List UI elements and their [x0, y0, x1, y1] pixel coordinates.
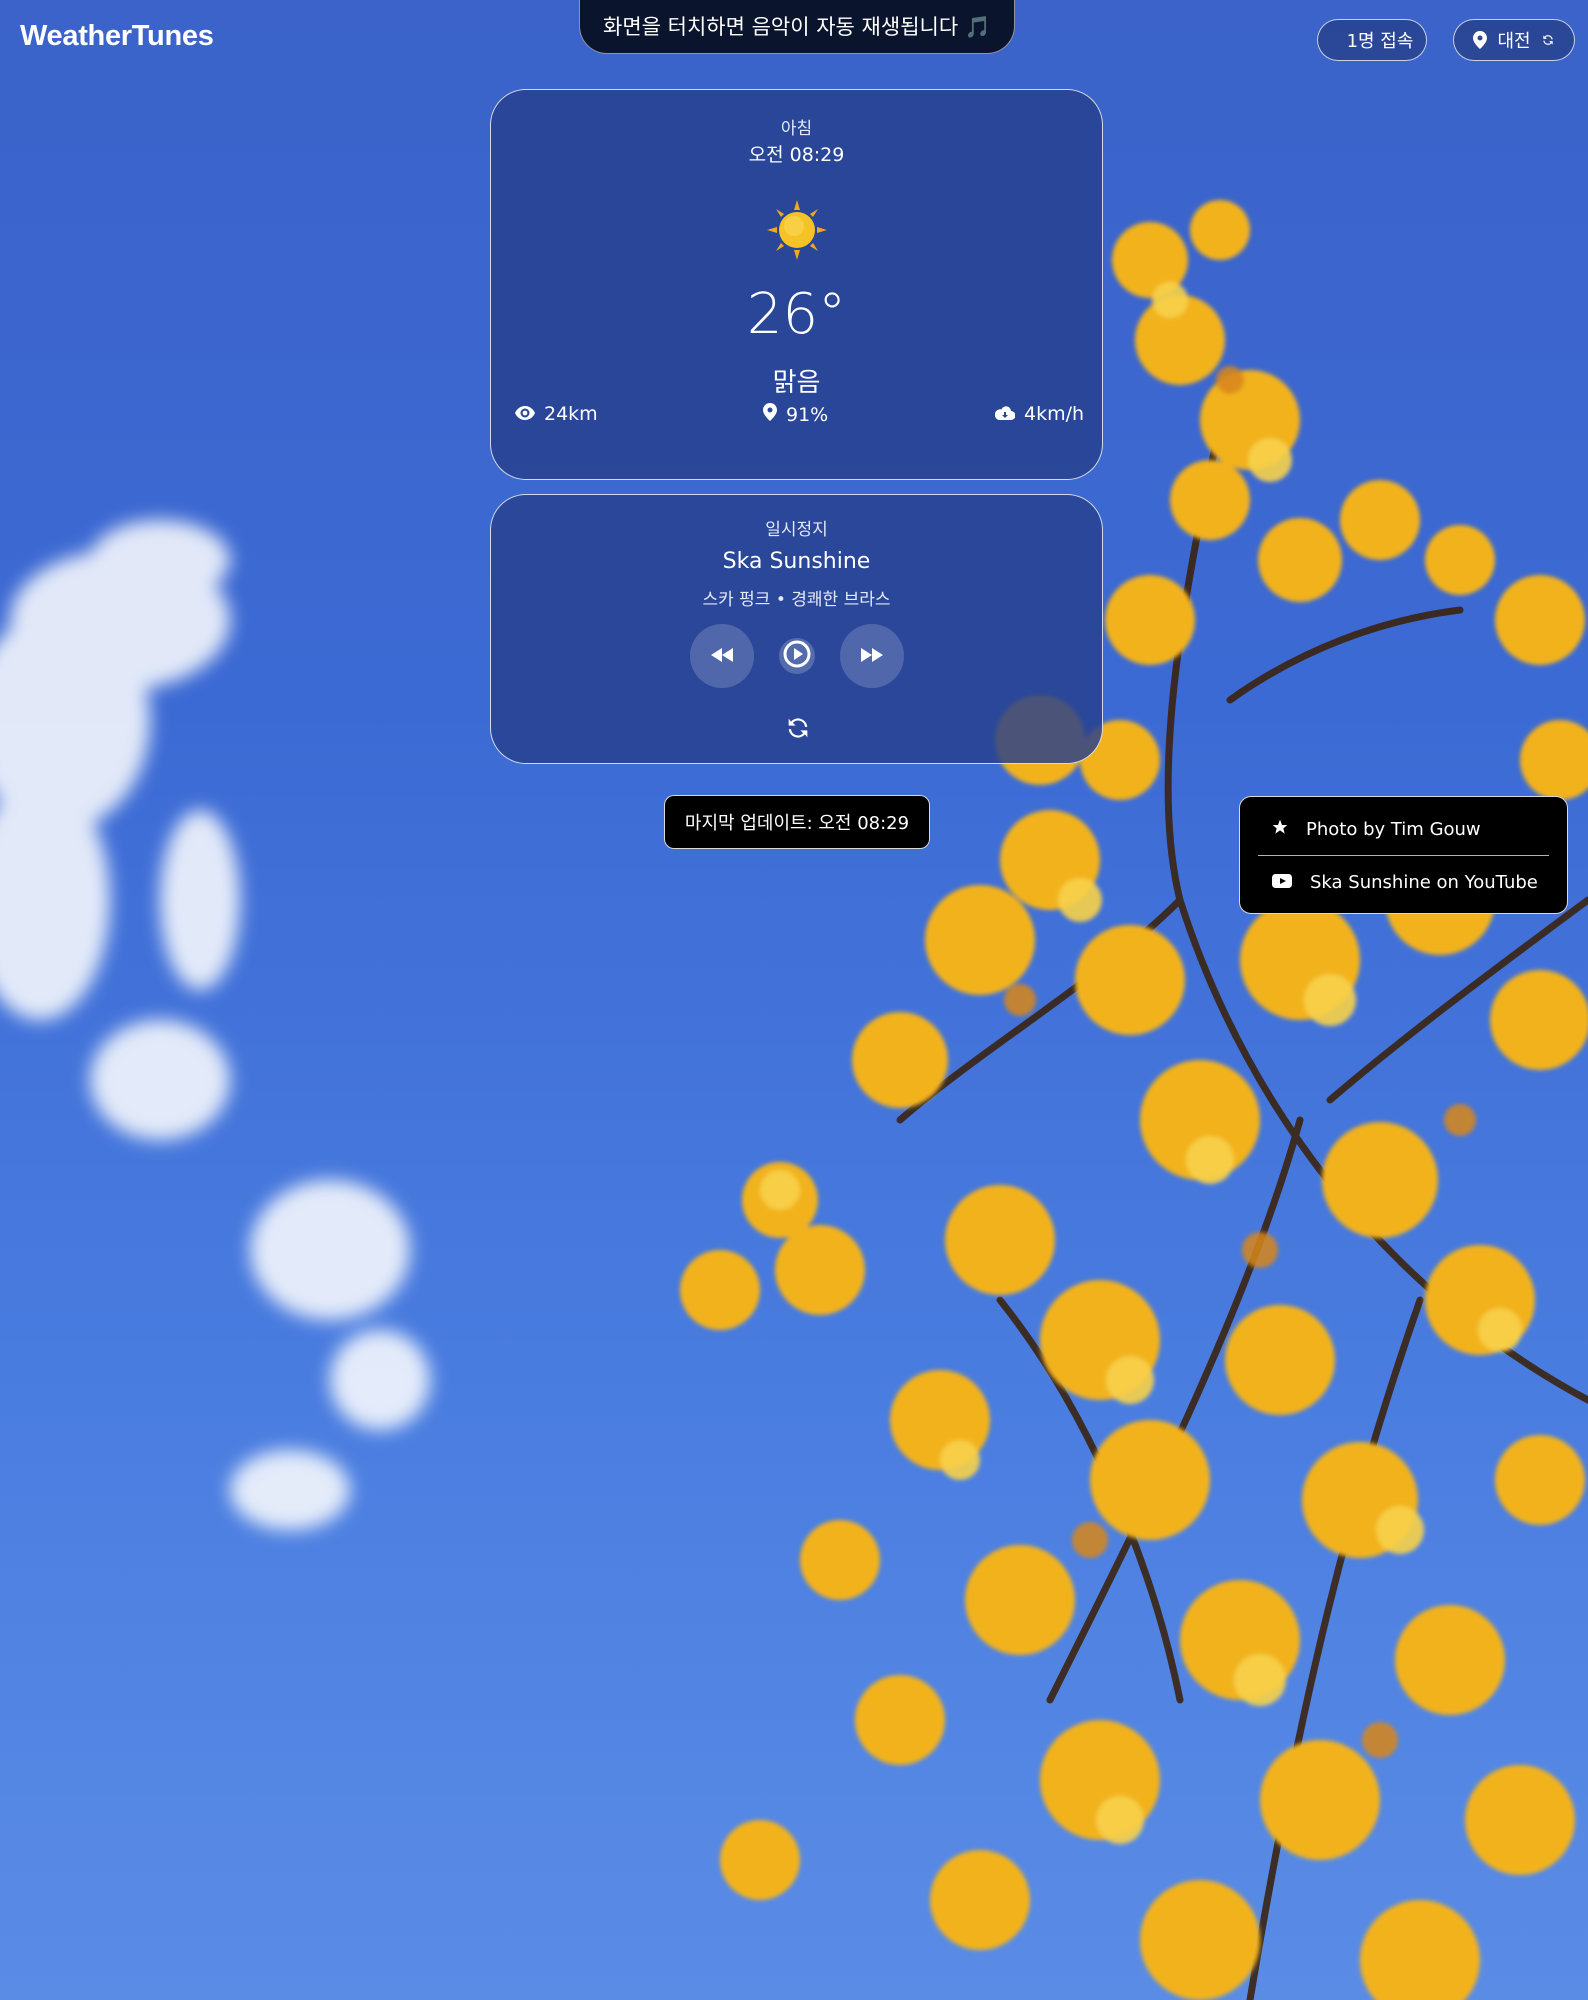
users-online-text: 1명 접속: [1346, 31, 1414, 52]
weather-card: 아침 오전 08:29 26° 맑음 24km 91% 4km/h: [490, 89, 1103, 480]
play-icon: [782, 639, 812, 673]
refresh-location-icon[interactable]: [1541, 33, 1555, 47]
star-icon: [1272, 819, 1288, 840]
credits-panel: Photo by Tim Gouw Ska Sunshine on YouTub…: [1239, 796, 1568, 914]
youtube-link[interactable]: Ska Sunshine on YouTube: [1258, 856, 1549, 908]
youtube-icon: [1272, 872, 1292, 893]
visibility-stat: 24km: [515, 403, 598, 425]
next-track-button[interactable]: [840, 624, 904, 688]
wind-cloud-icon: [994, 403, 1016, 425]
app-logo: WeatherTunes: [20, 20, 214, 52]
weather-time: 오전 08:29: [748, 144, 845, 166]
location-pin-icon: [1473, 31, 1488, 49]
track-title: Ska Sunshine: [722, 549, 871, 574]
location-name: 대전: [1497, 31, 1531, 52]
humidity-pin-icon: [763, 403, 777, 426]
eye-icon: [515, 403, 535, 425]
music-player-card: 일시정지 Ska Sunshine 스카 펑크 • 경쾌한 브라스: [490, 494, 1103, 764]
users-online-badge: 1명 접속: [1317, 19, 1427, 61]
shuffle-refresh-button[interactable]: [784, 714, 812, 742]
humidity-stat: 91%: [763, 403, 828, 426]
last-updated-text: 마지막 업데이트: 오전 08:29: [684, 813, 910, 834]
youtube-link-text: Ska Sunshine on YouTube: [1310, 871, 1538, 893]
playback-status: 일시정지: [765, 520, 828, 540]
rewind-icon: [711, 647, 733, 666]
photo-credit-text: Photo by Tim Gouw: [1306, 818, 1481, 840]
track-subtitle: 스카 펑크 • 경쾌한 브라스: [702, 590, 891, 610]
clouds: [0, 520, 430, 1530]
fast-forward-icon: [861, 647, 883, 666]
autoplay-toast[interactable]: 화면을 터치하면 음악이 자동 재생됩니다 🎵: [579, 0, 1015, 54]
autoplay-toast-text: 화면을 터치하면 음악이 자동 재생됩니다 🎵: [603, 15, 991, 39]
last-updated-badge: 마지막 업데이트: 오전 08:29: [664, 795, 930, 849]
temperature: 26°: [746, 282, 847, 347]
previous-track-button[interactable]: [690, 624, 754, 688]
refresh-icon: [784, 718, 812, 746]
photo-credit-link[interactable]: Photo by Tim Gouw: [1258, 803, 1549, 856]
location-button[interactable]: 대전: [1453, 19, 1575, 61]
weather-condition: 맑음: [772, 368, 821, 398]
sun-icon: [767, 200, 827, 260]
time-of-day: 아침: [780, 119, 813, 139]
wind-value: 4km/h: [1024, 403, 1085, 425]
visibility-value: 24km: [544, 403, 598, 425]
wind-stat: 4km/h: [994, 403, 1085, 425]
humidity-value: 91%: [786, 403, 829, 426]
play-button[interactable]: [779, 638, 815, 674]
